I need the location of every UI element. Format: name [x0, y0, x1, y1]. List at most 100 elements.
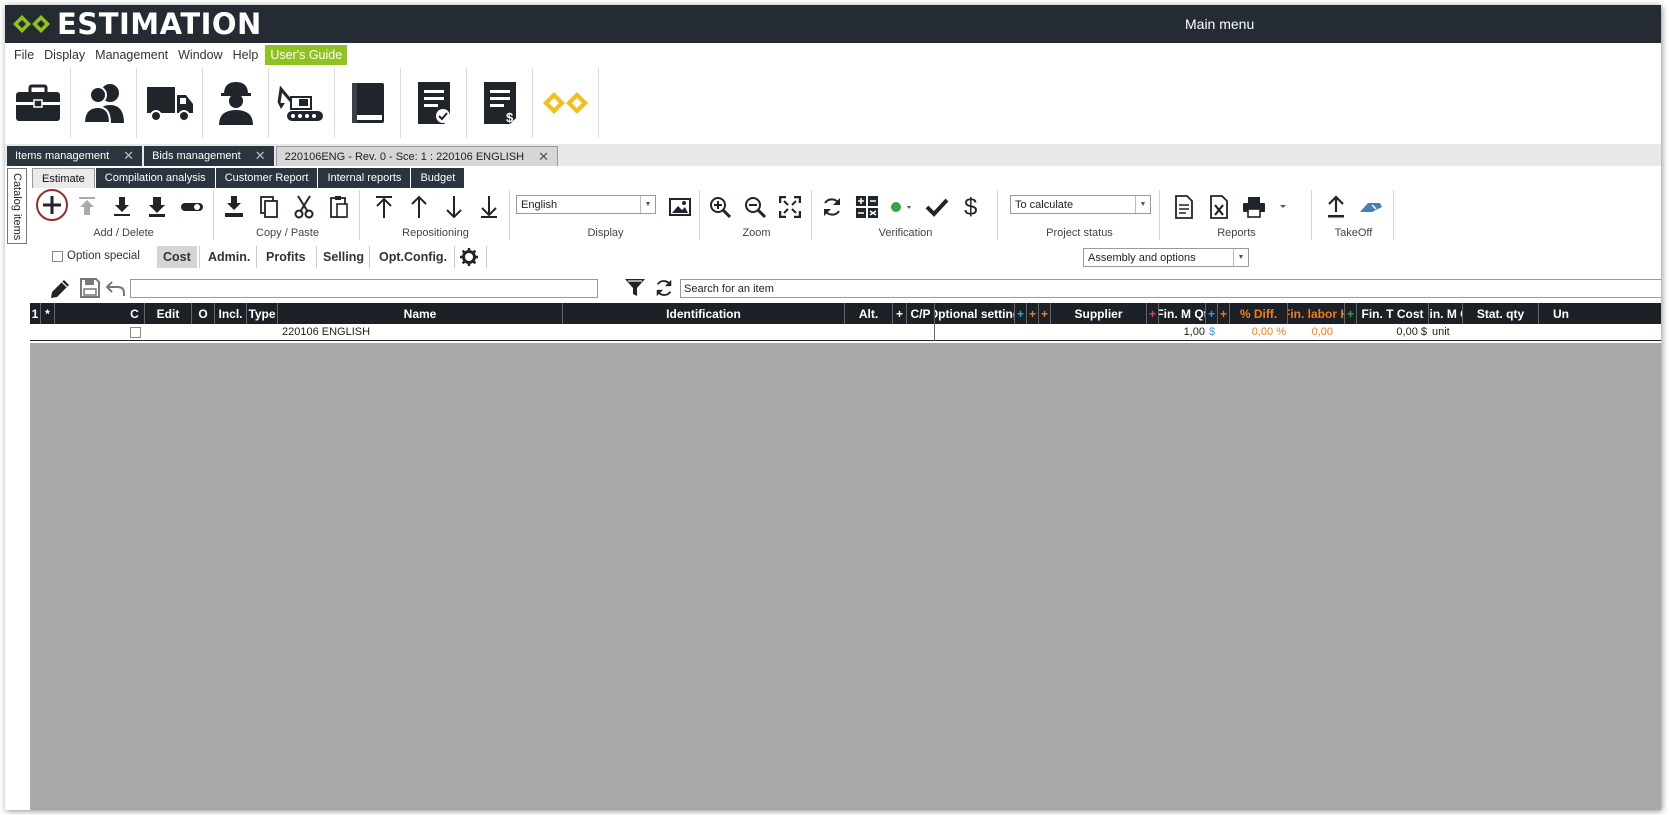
suppliers-button[interactable] — [137, 68, 203, 138]
fit-screen-button[interactable] — [772, 194, 807, 220]
col-fin-t-cost[interactable]: Fin. T Cost — [1357, 303, 1429, 324]
close-icon[interactable]: ✕ — [123, 148, 134, 164]
col-plus[interactable]: + — [893, 303, 907, 324]
menu-help[interactable]: Help — [228, 45, 264, 65]
col-incl[interactable]: Incl. — [215, 303, 247, 324]
tab-budget[interactable]: Budget — [411, 168, 465, 188]
upload-button[interactable] — [1318, 194, 1353, 220]
col-optional-setting[interactable]: Optional setting — [935, 303, 1015, 324]
col-plus[interactable]: + — [1015, 303, 1027, 324]
equipment-button[interactable] — [269, 68, 335, 138]
col-plus[interactable]: + — [1218, 303, 1230, 324]
move-down-button[interactable] — [436, 194, 471, 220]
search-input[interactable]: Search for an item — [680, 279, 1661, 298]
settings-button[interactable] — [460, 248, 478, 269]
filter-cost[interactable]: Cost — [157, 246, 197, 268]
bids-button[interactable]: $ — [467, 68, 533, 138]
close-icon[interactable]: ✕ — [538, 149, 549, 165]
contacts-button[interactable] — [71, 68, 137, 138]
zoom-in-button[interactable] — [702, 194, 737, 220]
print-options-button[interactable] — [1271, 194, 1295, 220]
zoom-out-button[interactable] — [737, 194, 772, 220]
workers-button[interactable] — [203, 68, 269, 138]
refresh-button[interactable] — [814, 194, 849, 220]
toggle-button[interactable] — [174, 194, 209, 220]
undo-button[interactable] — [105, 278, 126, 301]
menu-users-guide[interactable]: User's Guide — [265, 45, 348, 65]
filter-profits[interactable]: Profits — [260, 246, 312, 268]
col-alt[interactable]: Alt. — [845, 303, 893, 324]
export-excel-button[interactable] — [1201, 194, 1236, 220]
validate-button[interactable] — [919, 194, 954, 220]
language-select[interactable]: English ▼ — [516, 195, 656, 214]
view-mode-select[interactable]: Assembly and options ▼ — [1083, 248, 1249, 267]
takeoff-button[interactable] — [1353, 194, 1388, 220]
insert-below-button[interactable] — [104, 194, 139, 220]
brand-button[interactable] — [533, 68, 599, 138]
option-special-toggle[interactable]: Option special — [52, 250, 140, 262]
col-fin-m-c[interactable]: Fin. M C — [1429, 303, 1463, 324]
tab-estimate[interactable]: Estimate — [32, 168, 95, 188]
estimate-approval-button[interactable] — [401, 68, 467, 138]
tab-items-management[interactable]: Items management ✕ — [7, 146, 143, 166]
col-name[interactable]: Name — [278, 303, 563, 324]
add-button[interactable] — [34, 189, 69, 221]
col-plus[interactable]: + — [1039, 303, 1051, 324]
col-supplier[interactable]: Supplier — [1051, 303, 1147, 324]
tab-customer-report[interactable]: Customer Report — [215, 168, 318, 188]
col-row-number[interactable]: 1 — [30, 303, 41, 324]
catalog-items-side-tab[interactable]: Catalog items — [7, 168, 27, 244]
col-fin-m-qty[interactable]: Fin. M Qt — [1159, 303, 1206, 324]
cut-button[interactable] — [286, 194, 321, 220]
report-document-button[interactable] — [1166, 194, 1201, 220]
col-stat-qty[interactable]: Stat. qty — [1463, 303, 1539, 324]
grid-empty-area[interactable] — [30, 343, 1661, 810]
tab-bids-management[interactable]: Bids management ✕ — [144, 146, 274, 166]
tab-internal-reports[interactable]: Internal reports — [318, 168, 411, 188]
col-cp[interactable]: C/P — [907, 303, 935, 324]
move-bottom-button[interactable] — [471, 194, 506, 220]
menu-display[interactable]: Display — [39, 45, 90, 65]
tab-estimate-document[interactable]: 220106ENG - Rev. 0 - Sce: 1 : 220106 ENG… — [275, 146, 559, 166]
refresh-search-button[interactable] — [654, 278, 674, 301]
copy-into-button[interactable] — [216, 194, 251, 220]
col-o[interactable]: O — [192, 303, 215, 324]
edit-field[interactable] — [130, 279, 598, 298]
col-edit[interactable]: Edit — [145, 303, 192, 324]
calculator-button[interactable] — [849, 194, 884, 220]
image-button[interactable] — [662, 194, 697, 220]
pricing-button[interactable]: $ — [954, 194, 989, 220]
project-status-select[interactable]: To calculate ▼ — [1010, 195, 1151, 214]
col-plus[interactable]: + — [1027, 303, 1039, 324]
col-plus[interactable]: + — [1345, 303, 1357, 324]
edit-button[interactable] — [48, 277, 72, 304]
print-button[interactable] — [1236, 194, 1271, 220]
table-row[interactable]: 220106 ENGLISH 1,00 $ 0,00 % 0,00 0,00 $… — [30, 324, 1661, 341]
move-top-button[interactable] — [366, 194, 401, 220]
col-type[interactable]: Type — [247, 303, 278, 324]
catalog-button[interactable] — [335, 68, 401, 138]
status-indicator-button[interactable] — [884, 194, 919, 220]
items-button[interactable] — [5, 68, 71, 138]
col-identification[interactable]: Identification — [563, 303, 845, 324]
filter-admin[interactable]: Admin. — [202, 246, 256, 268]
col-sort[interactable]: * — [41, 303, 55, 324]
col-unit[interactable]: Un — [1539, 303, 1569, 324]
col-plus[interactable]: + — [1206, 303, 1218, 324]
row-checkbox[interactable] — [130, 324, 141, 340]
paste-button[interactable] — [321, 194, 356, 220]
col-plus[interactable]: + — [1147, 303, 1159, 324]
delete-up-button[interactable] — [69, 194, 104, 220]
col-fin-labor[interactable]: Fin. labor H — [1288, 303, 1345, 324]
save-button[interactable] — [80, 278, 100, 301]
col-c[interactable]: C — [125, 303, 145, 324]
filter-selling[interactable]: Selling — [317, 246, 370, 268]
move-up-button[interactable] — [401, 194, 436, 220]
option-special-checkbox[interactable] — [52, 250, 63, 262]
insert-child-button[interactable] — [139, 194, 174, 220]
menu-management[interactable]: Management — [90, 45, 173, 65]
filter-button[interactable] — [624, 278, 646, 301]
close-icon[interactable]: ✕ — [255, 148, 266, 164]
tab-compilation-analysis[interactable]: Compilation analysis — [95, 168, 215, 188]
menu-file[interactable]: File — [9, 45, 39, 65]
